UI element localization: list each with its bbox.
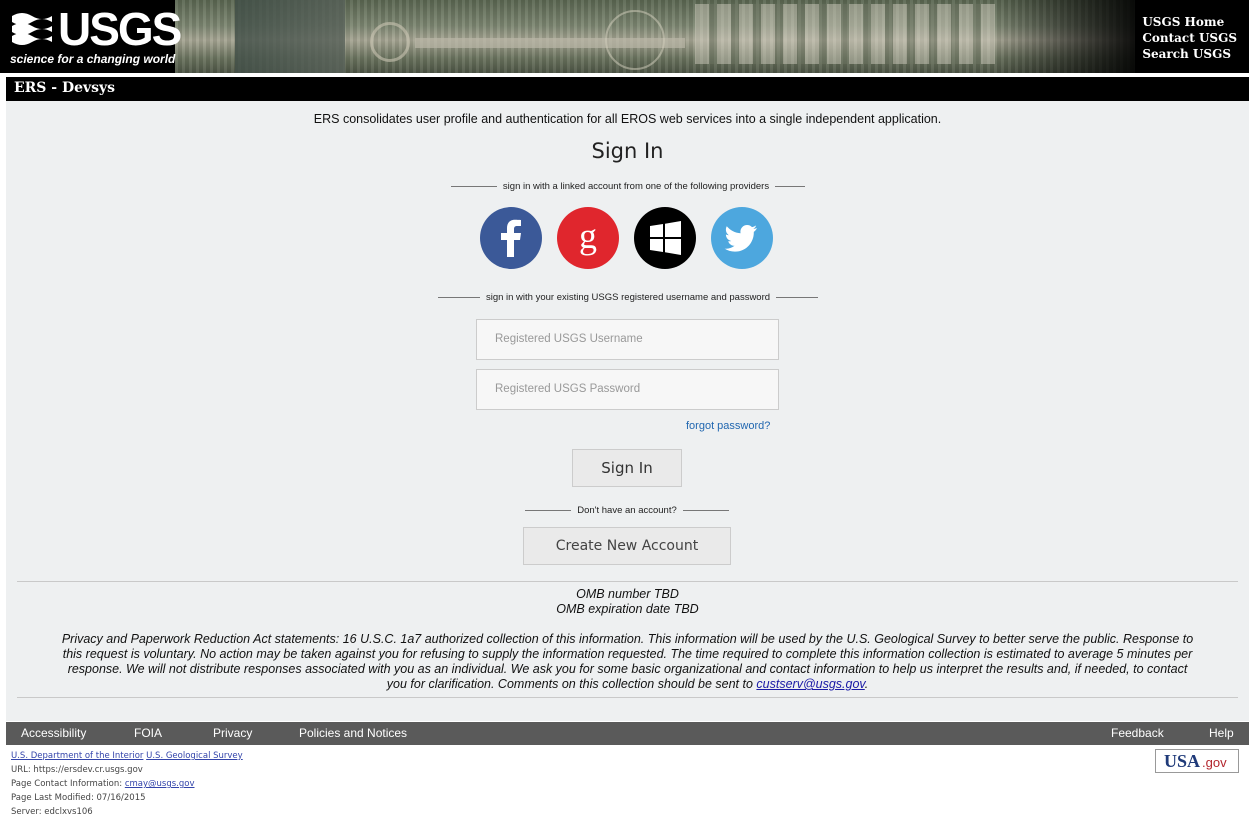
- footer-server: Server: edclxvs106: [11, 807, 93, 817]
- privacy-trailing: .: [864, 677, 869, 691]
- omb-info: OMB number TBD OMB expiration date TBD: [6, 587, 1249, 617]
- app-title: ERS - Devsys: [14, 80, 116, 96]
- usagov-logo[interactable]: USA .gov: [1155, 749, 1239, 773]
- usgs-tagline: science for a changing world: [10, 52, 176, 66]
- privacy-link[interactable]: Privacy: [213, 726, 252, 740]
- usgs-logo[interactable]: USGS science for a changing world: [6, 4, 182, 68]
- windows-icon: [650, 221, 681, 255]
- accessibility-link[interactable]: Accessibility: [21, 726, 86, 740]
- facebook-signin-button[interactable]: [480, 207, 542, 269]
- policies-link[interactable]: Policies and Notices: [299, 726, 407, 740]
- header-banner: USGS science for a changing world USGS H…: [0, 0, 1249, 73]
- aerial-photo-banner: [175, 0, 1135, 73]
- footer-agency-line: U.S. Department of the Interior U.S. Geo…: [11, 749, 243, 763]
- privacy-line-1: Privacy and Paperwork Reduction Act stat…: [61, 632, 1194, 646]
- twitter-icon: [724, 225, 757, 252]
- footer-contact-label: Page Contact Information:: [11, 779, 123, 789]
- twitter-signin-button[interactable]: [711, 207, 773, 269]
- header-links: USGS Home Contact USGS Search USGS: [1142, 14, 1237, 62]
- contact-email-link[interactable]: cmay@usgs.gov: [125, 779, 195, 789]
- sign-in-button[interactable]: Sign In: [572, 449, 682, 487]
- usgs-home-link[interactable]: USGS Home: [1142, 14, 1237, 30]
- footer-contact: Page Contact Information: cmay@usgs.gov: [11, 777, 243, 791]
- footer-modified: Page Last Modified: 07/16/2015: [11, 793, 146, 803]
- contact-usgs-link[interactable]: Contact USGS: [1142, 30, 1237, 46]
- username-field[interactable]: Registered USGS Username: [476, 319, 779, 360]
- help-link[interactable]: Help: [1209, 726, 1234, 740]
- privacy-line-3: response. We will not distribute respons…: [67, 662, 1188, 676]
- usagov-logo-b: .gov: [1202, 755, 1227, 770]
- google-signin-button[interactable]: g: [557, 207, 619, 269]
- privacy-line-4: you for clarification. Comments on this …: [17, 677, 1238, 692]
- facebook-icon: [501, 219, 521, 257]
- password-field[interactable]: Registered USGS Password: [476, 369, 779, 410]
- usgs-logo-text: USGS: [58, 3, 182, 55]
- foia-link[interactable]: FOIA: [134, 726, 162, 740]
- svg-text:g: g: [579, 216, 597, 256]
- usgs-link[interactable]: U.S. Geological Survey: [146, 751, 243, 761]
- divider-line: [17, 581, 1238, 582]
- privacy-line-2: this request is voluntary. No action may…: [62, 647, 1193, 661]
- google-icon: g: [579, 216, 597, 256]
- app-title-bar: ERS - Devsys: [6, 77, 1249, 101]
- usgs-waves-icon: [12, 13, 52, 45]
- feedback-link[interactable]: Feedback: [1111, 726, 1164, 740]
- providers-divider: sign in with a linked account from one o…: [426, 181, 830, 192]
- divider-line: [17, 697, 1238, 698]
- main-content: ERS consolidates user profile and authen…: [6, 101, 1249, 721]
- footer-url: URL: https://ersdev.cr.usgs.gov: [11, 765, 143, 775]
- create-account-button[interactable]: Create New Account: [523, 527, 731, 565]
- no-account-label: Don't have an account?: [577, 505, 677, 516]
- credentials-label: sign in with your existing USGS register…: [485, 292, 771, 303]
- omb-expiration: OMB expiration date TBD: [556, 602, 699, 616]
- providers-label: sign in with a linked account from one o…: [502, 181, 770, 192]
- footer-info: U.S. Department of the Interior U.S. Geo…: [11, 749, 243, 819]
- custserv-email-link[interactable]: custserv@usgs.gov: [756, 677, 864, 691]
- omb-number: OMB number TBD: [576, 587, 679, 601]
- forgot-password-link[interactable]: forgot password?: [686, 420, 770, 432]
- no-account-divider: Don't have an account?: [516, 505, 738, 516]
- usagov-logo-a: USA: [1164, 751, 1201, 771]
- social-providers: g: [480, 207, 780, 271]
- privacy-line-4-text: you for clarification. Comments on this …: [386, 677, 753, 691]
- privacy-statement: Privacy and Paperwork Reduction Act stat…: [17, 632, 1238, 692]
- intro-text: ERS consolidates user profile and authen…: [313, 112, 942, 126]
- credentials-divider: sign in with your existing USGS register…: [414, 292, 842, 303]
- windows-signin-button[interactable]: [634, 207, 696, 269]
- page-title: Sign In: [591, 139, 664, 163]
- search-usgs-link[interactable]: Search USGS: [1142, 46, 1237, 62]
- footer-nav-bar: Accessibility FOIA Privacy Policies and …: [6, 722, 1249, 745]
- doi-link[interactable]: U.S. Department of the Interior: [11, 751, 143, 761]
